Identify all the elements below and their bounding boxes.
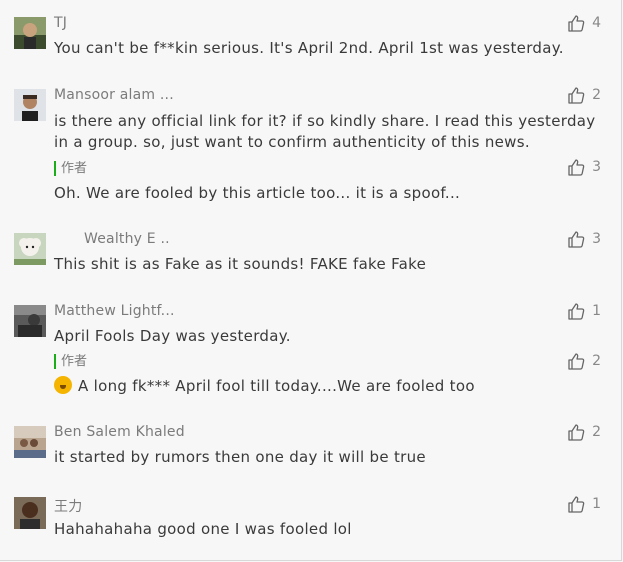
like-button[interactable]: 1 <box>567 495 601 513</box>
avatar[interactable] <box>14 426 46 458</box>
comment-text: April Fools Day was yesterday. <box>54 327 291 345</box>
thumbs-up-icon <box>568 159 585 176</box>
avatar[interactable] <box>14 233 46 265</box>
comment-text: Hahahahaha good one I was fooled lol <box>54 520 352 538</box>
author-reply-text: Oh. We are fooled by this article too...… <box>54 184 461 202</box>
author-reply-label: 作者 <box>54 161 87 176</box>
commenter-name[interactable]: TJ <box>54 15 67 31</box>
thumbs-up-icon <box>568 231 585 248</box>
commenter-name[interactable]: Ben Salem Khaled <box>54 424 185 440</box>
comment-text: This shit is as Fake as it sounds! FAKE … <box>54 255 427 273</box>
like-count: 1 <box>592 303 601 319</box>
commenter-name[interactable]: 王力 <box>54 496 82 516</box>
thumbs-up-icon <box>568 87 585 104</box>
commenter-name[interactable]: Wealthy E .. <box>84 231 170 247</box>
comment-panel: TJ You can't be f**kin serious. It's Apr… <box>0 0 622 561</box>
author-reply: A long fk*** April fool till today....We… <box>54 374 475 398</box>
thumbs-up-icon <box>568 496 585 513</box>
avatar[interactable] <box>14 305 46 337</box>
like-count: 3 <box>592 159 601 175</box>
like-button[interactable]: 3 <box>567 158 601 176</box>
like-count: 2 <box>592 424 601 440</box>
thumbs-up-icon <box>568 424 585 441</box>
like-button[interactable]: 2 <box>567 86 601 104</box>
author-reply-label: 作者 <box>54 354 87 369</box>
thumbs-up-icon <box>568 303 585 320</box>
like-button[interactable]: 4 <box>567 14 601 32</box>
like-count: 1 <box>592 496 601 512</box>
avatar[interactable] <box>14 17 46 49</box>
commenter-name[interactable]: Mansoor alam ... <box>54 87 174 103</box>
thumbs-up-icon <box>568 15 585 32</box>
like-count: 2 <box>592 87 601 103</box>
comment-text-line-2: in a group. so, just want to confirm aut… <box>54 133 530 151</box>
laughing-tears-emoji-icon <box>54 376 72 394</box>
author-reply-text: A long fk*** April fool till today....We… <box>78 377 475 395</box>
comment-text: it started by rumors then one day it wil… <box>54 448 426 466</box>
avatar[interactable] <box>14 89 46 121</box>
like-count: 2 <box>592 353 601 369</box>
like-count: 4 <box>592 15 601 31</box>
thumbs-up-icon <box>568 353 585 370</box>
like-count: 3 <box>592 231 601 247</box>
like-button[interactable]: 2 <box>567 352 601 370</box>
like-button[interactable]: 3 <box>567 230 601 248</box>
like-button[interactable]: 2 <box>567 423 601 441</box>
avatar[interactable] <box>14 497 46 529</box>
commenter-name[interactable]: Matthew Lightf... <box>54 303 175 319</box>
like-button[interactable]: 1 <box>567 302 601 320</box>
comment-text: You can't be f**kin serious. It's April … <box>54 39 564 57</box>
